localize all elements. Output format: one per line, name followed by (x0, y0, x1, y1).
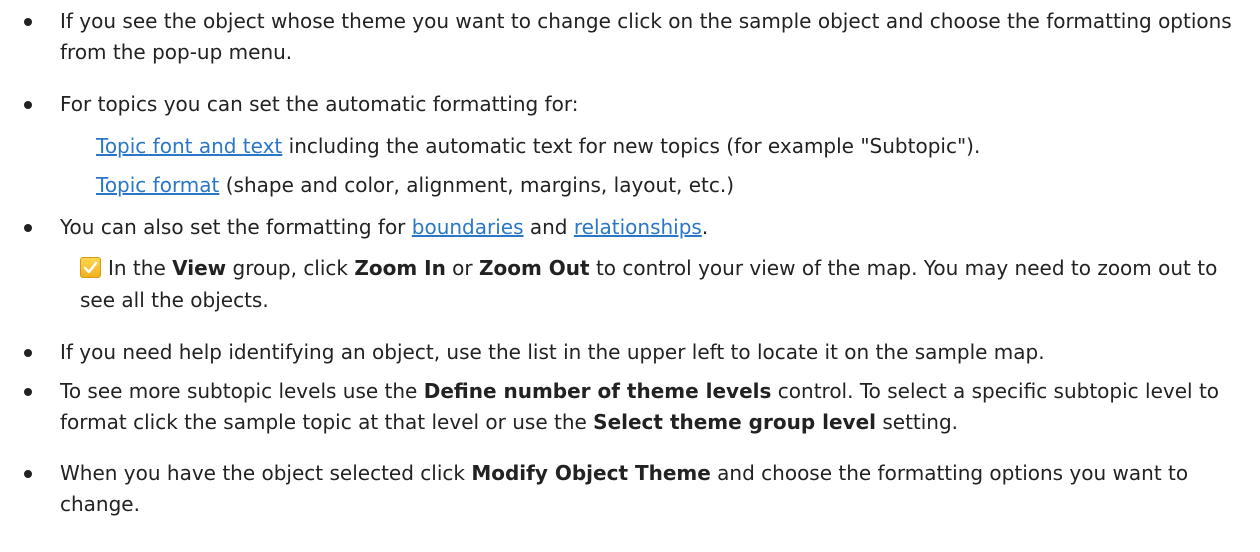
bullet-item-topics: For topics you can set the automatic for… (24, 89, 1240, 120)
sub-item-text: (shape and color, alignment, margins, la… (219, 173, 735, 197)
select-theme-group-level-setting: Select theme group level (593, 410, 876, 434)
topic-format-link[interactable]: Topic format (96, 173, 219, 197)
bullet-dot (24, 470, 32, 478)
text-segment: setting. (875, 410, 959, 434)
help-page: If you see the object whose theme you wa… (0, 0, 1260, 552)
bullet-text: To see more subtopic levels use the Defi… (60, 376, 1240, 438)
topic-font-and-text-link[interactable]: Topic font and text (96, 134, 282, 158)
bullet-dot (24, 224, 32, 232)
text-segment: When you have the object selected click (60, 461, 472, 485)
define-theme-levels-control: Define number of theme levels (423, 379, 772, 403)
text-segment: . (701, 215, 709, 239)
bullet-item-identify-object: If you need help identifying an object, … (24, 337, 1240, 368)
bullet-dot (24, 388, 32, 396)
sub-item-text: including the automatic text for new top… (282, 134, 981, 158)
modify-object-theme-command: Modify Object Theme (471, 461, 711, 485)
bullet-text: If you see the object whose theme you wa… (60, 9, 1232, 64)
zoom-out-command: Zoom Out (479, 256, 590, 280)
relationships-link[interactable]: relationships (574, 215, 702, 239)
bullet-item-modify-theme: When you have the object selected click … (24, 458, 1240, 520)
tip-note: In the View group, click Zoom In or Zoom… (80, 252, 1240, 316)
zoom-in-command: Zoom In (354, 256, 446, 280)
text-segment: You can also set the formatting for (60, 215, 412, 239)
bullet-item-sample-object: If you see the object whose theme you wa… (24, 6, 1240, 68)
bullet-dot (24, 18, 32, 26)
view-group-name: View (172, 256, 227, 280)
bullet-dot (24, 349, 32, 357)
bullet-text: If you need help identifying an object, … (60, 340, 1045, 364)
bullet-text: For topics you can set the automatic for… (60, 92, 579, 116)
text-segment: and (523, 215, 574, 239)
sub-item-topic-format: Topic format (shape and color, alignment… (96, 170, 1240, 201)
bullet-text: When you have the object selected click … (60, 458, 1240, 520)
text-segment: or (445, 256, 480, 280)
text-segment: To see more subtopic levels use the (60, 379, 424, 403)
text-segment: group, click (226, 256, 355, 280)
bullet-item-boundaries: You can also set the formatting for boun… (24, 212, 1240, 243)
boundaries-link[interactable]: boundaries (412, 215, 524, 239)
bullet-text: You can also set the formatting for boun… (60, 212, 1240, 243)
tip-text: In the View group, click Zoom In or Zoom… (80, 252, 1240, 316)
bullet-item-subtopic-levels: To see more subtopic levels use the Defi… (24, 376, 1240, 438)
text-segment: In the (108, 256, 173, 280)
bullet-dot (24, 101, 32, 109)
sub-item-topic-font: Topic font and text including the automa… (96, 131, 1240, 162)
